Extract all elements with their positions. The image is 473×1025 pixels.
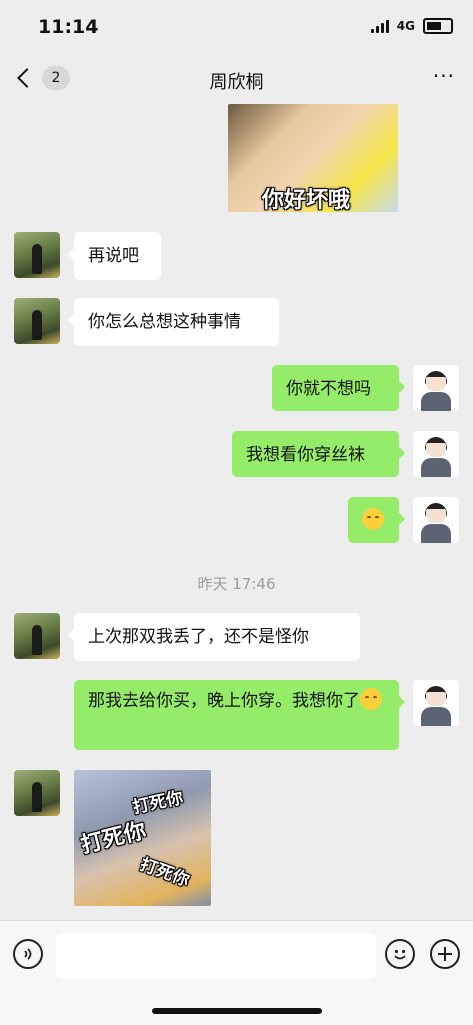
avatar[interactable] <box>14 770 60 816</box>
message-bubble[interactable]: 那我去给你买，晚上你穿。我想你了 <box>74 680 405 750</box>
message-timestamp: 昨天 17:46 <box>197 575 276 593</box>
avatar[interactable] <box>14 613 60 659</box>
emoji-icon[interactable] <box>385 939 415 969</box>
plus-icon[interactable] <box>430 939 460 969</box>
message-bubble[interactable]: 我想看你穿丝袜 <box>232 431 405 477</box>
signal-icon <box>370 19 389 33</box>
more-icon[interactable]: ··· <box>433 64 455 88</box>
battery-icon <box>423 18 453 34</box>
voice-icon[interactable] <box>13 939 43 969</box>
message-bubble[interactable]: 你怎么总想这种事情 <box>68 298 279 346</box>
avatar[interactable] <box>413 431 459 477</box>
message-input[interactable] <box>56 933 376 979</box>
chat-header: 2 周欣桐 ··· <box>0 54 473 104</box>
message-bubble[interactable] <box>348 497 405 543</box>
blush-emoji-icon <box>360 688 382 710</box>
avatar[interactable] <box>14 298 60 344</box>
sticker-top[interactable]: 你好坏哦 <box>228 104 398 212</box>
message-bubble[interactable]: 再说吧 <box>68 232 161 280</box>
avatar[interactable] <box>14 232 60 278</box>
message-bubble[interactable]: 上次那双我丢了，还不是怪你 <box>68 613 360 661</box>
sticker-bottom[interactable]: 打死你 打死你 打死你 <box>74 770 211 906</box>
status-time: 11:14 <box>38 16 99 38</box>
message-bubble[interactable]: 你就不想吗 <box>272 365 405 411</box>
status-bar: 11:14 4G <box>0 0 473 54</box>
chat-title: 周欣桐 <box>209 72 264 93</box>
sticker-line: 打死你 <box>137 854 193 891</box>
sticker-caption: 你好坏哦 <box>262 188 351 212</box>
avatar[interactable] <box>413 365 459 411</box>
status-icons: 4G <box>370 18 453 34</box>
message-text: 那我去给你买，晚上你穿。我想你了 <box>88 691 360 711</box>
sticker-line: 打死你 <box>78 818 149 859</box>
avatar[interactable] <box>413 497 459 543</box>
network-type: 4G <box>396 19 415 33</box>
home-indicator <box>152 1008 322 1014</box>
avatar[interactable] <box>413 680 459 726</box>
blush-emoji-icon <box>362 508 384 530</box>
